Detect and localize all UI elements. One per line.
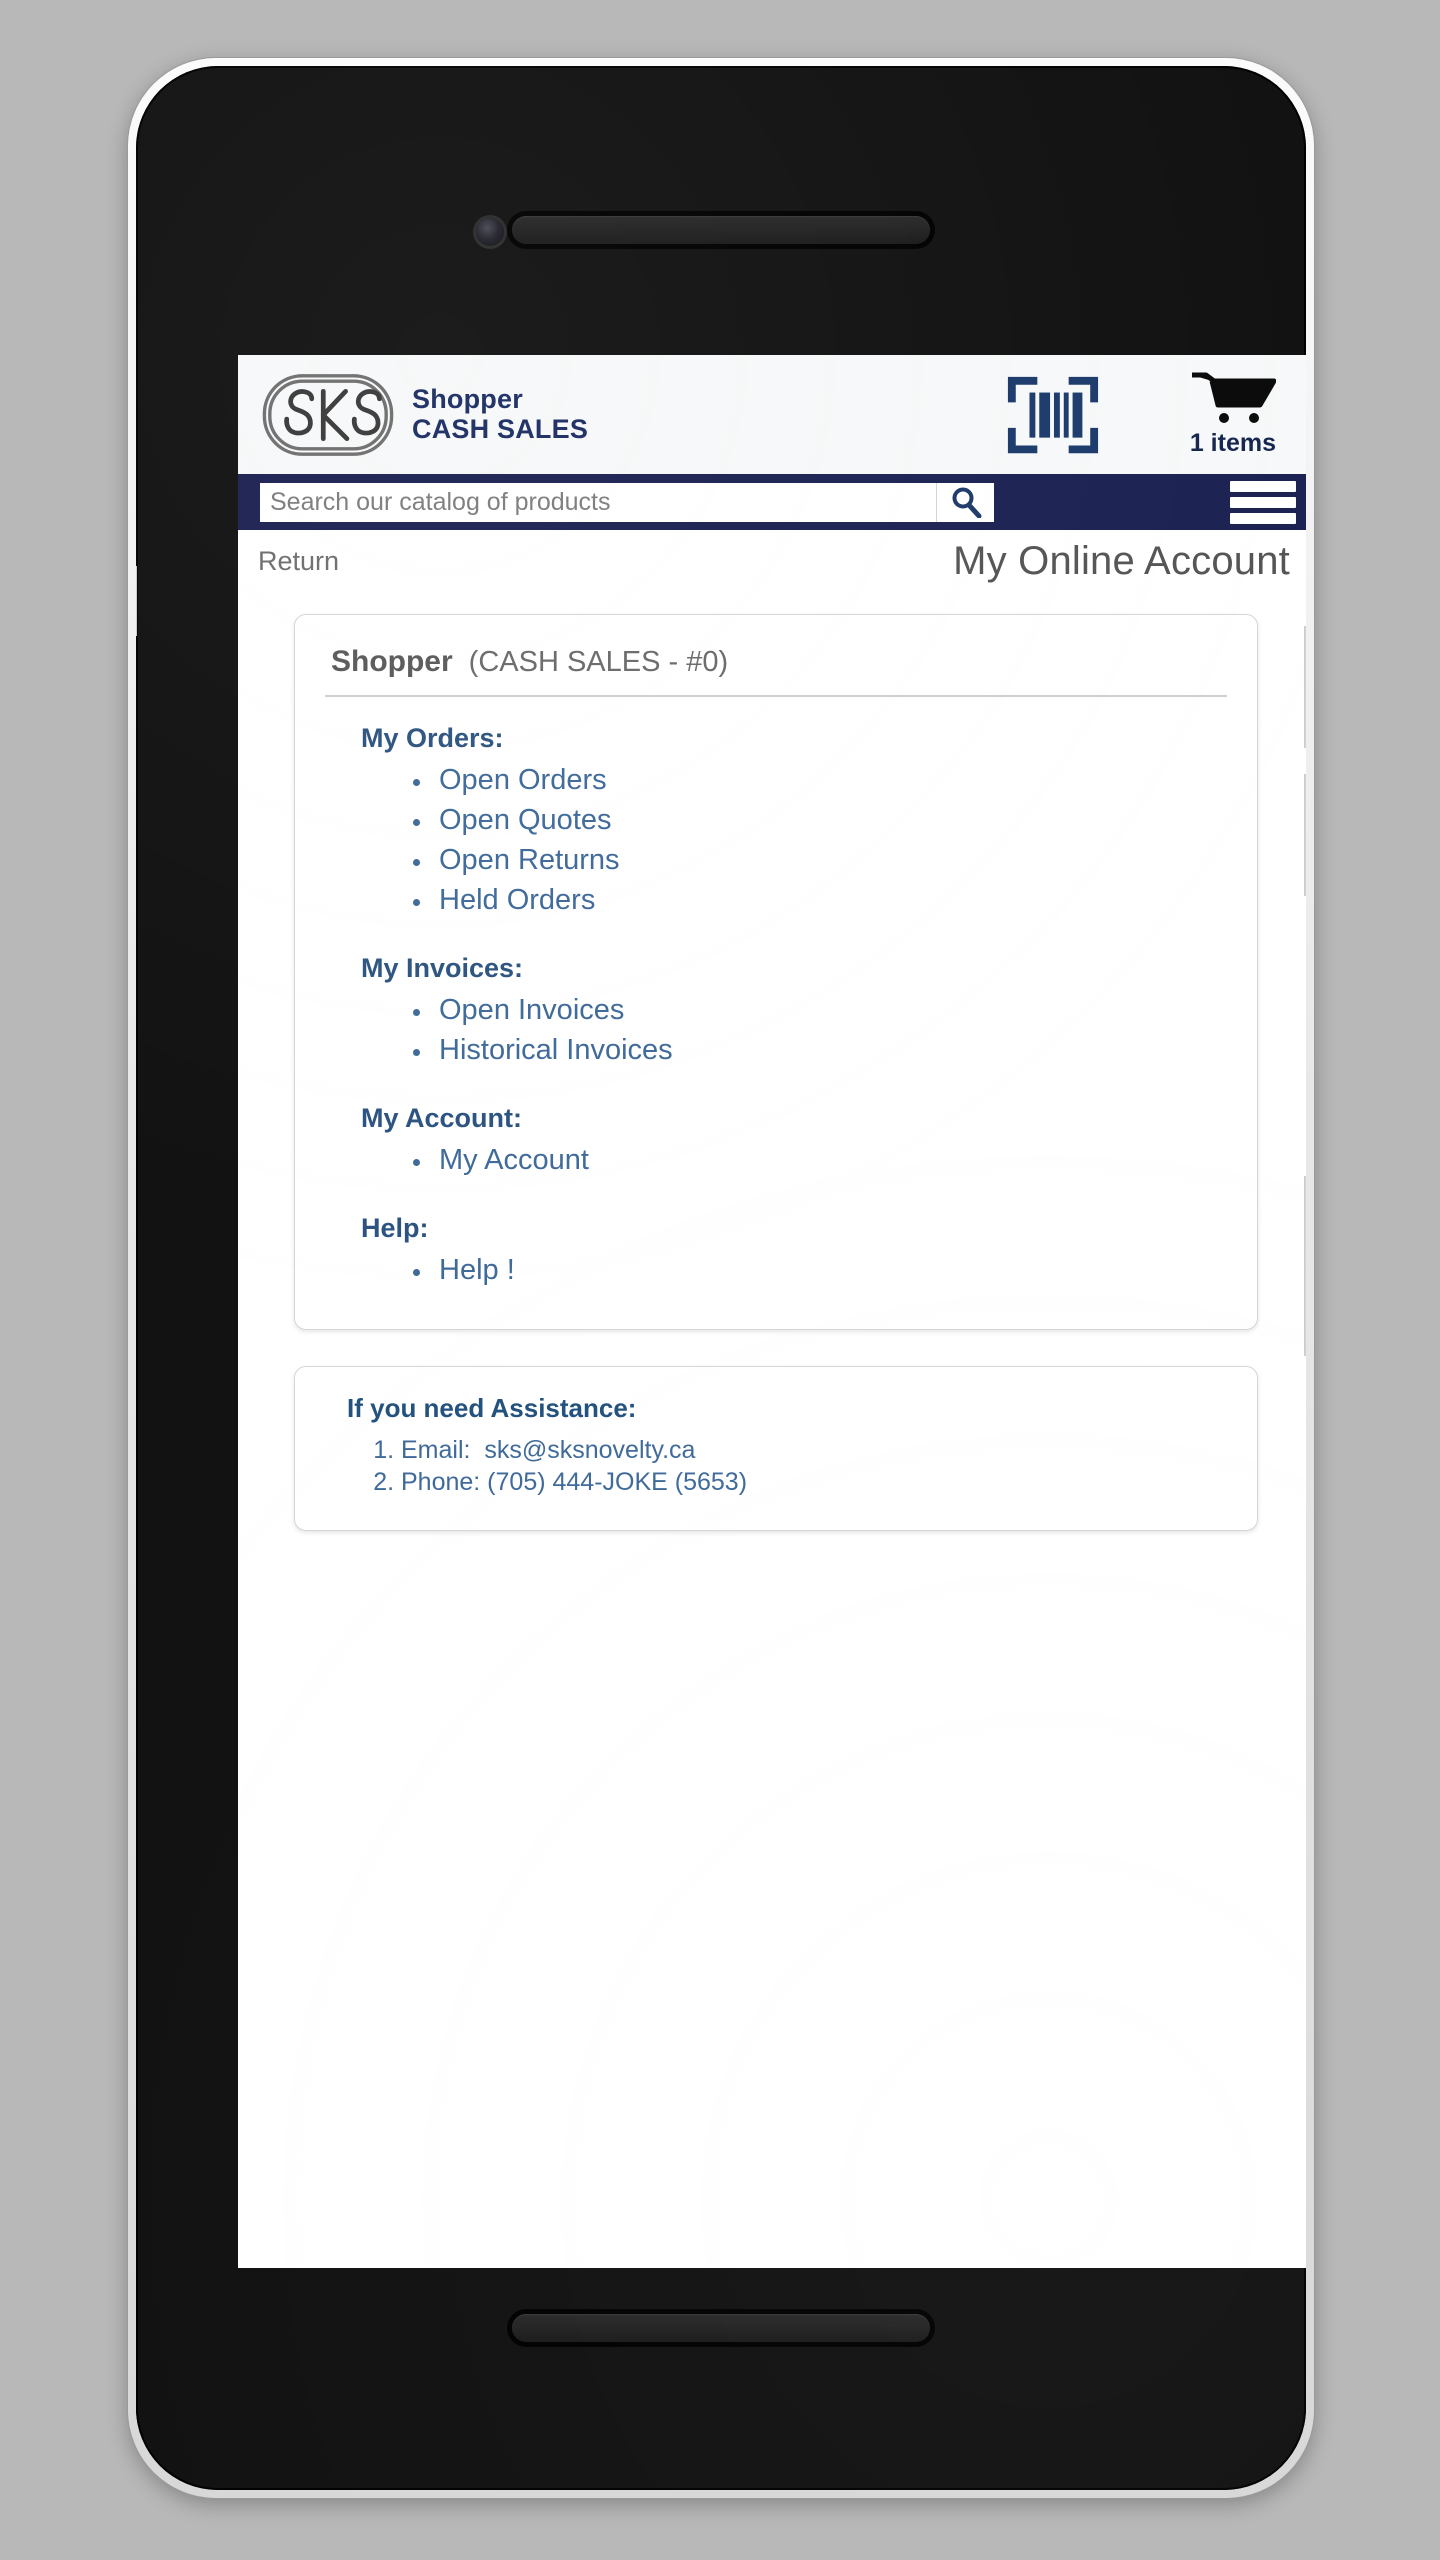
page-title: My Online Account bbox=[953, 538, 1290, 583]
search-input[interactable] bbox=[260, 482, 936, 522]
front-camera-icon bbox=[476, 218, 504, 246]
bottom-speaker bbox=[512, 2314, 930, 2342]
list-my-account: My Account bbox=[433, 1144, 1227, 1177]
brand-line-2: CASH SALES bbox=[412, 413, 589, 444]
brand-text: Shopper CASH SALES bbox=[412, 385, 588, 443]
section-title-my-orders: My Orders: bbox=[361, 723, 504, 753]
list-item[interactable]: Held Orders bbox=[433, 884, 1227, 917]
list-item[interactable]: Open Orders bbox=[433, 764, 1227, 797]
search-box[interactable] bbox=[258, 480, 996, 524]
list-item[interactable]: My Account bbox=[433, 1144, 1227, 1177]
assistance-title: If you need Assistance: bbox=[347, 1393, 637, 1423]
power-button[interactable] bbox=[1304, 1176, 1306, 1356]
list-item[interactable]: Open Quotes bbox=[433, 804, 1227, 837]
app-header: Shopper CASH SALES 1 items bbox=[238, 355, 1306, 474]
section-help: Help: Help ! bbox=[325, 1213, 1227, 1287]
phone-screen: Shopper CASH SALES 1 items Search our ca… bbox=[238, 355, 1306, 2268]
list-help: Help ! bbox=[433, 1254, 1227, 1287]
list-item[interactable]: Open Returns bbox=[433, 844, 1227, 877]
account-panel-header: Shopper (CASH SALES - #0) bbox=[325, 645, 1227, 697]
link-open-orders[interactable]: Open Orders bbox=[439, 764, 607, 796]
section-title-my-account: My Account: bbox=[361, 1103, 522, 1133]
list-item[interactable]: Historical Invoices bbox=[433, 1034, 1227, 1067]
search-submit-button[interactable] bbox=[936, 482, 994, 522]
main-content: Shopper (CASH SALES - #0) My Orders: Ope… bbox=[238, 592, 1306, 1531]
hamburger-menu-button[interactable] bbox=[1230, 479, 1296, 526]
assistance-panel: If you need Assistance: Email: sks@sksno… bbox=[294, 1366, 1258, 1531]
search-bar-strip bbox=[238, 474, 1306, 530]
brand-block[interactable]: Shopper CASH SALES bbox=[260, 369, 588, 461]
link-open-quotes[interactable]: Open Quotes bbox=[439, 804, 612, 836]
list-item[interactable]: Help ! bbox=[433, 1254, 1227, 1287]
return-link[interactable]: Return bbox=[258, 546, 339, 577]
page-title-row: Return My Online Account bbox=[238, 530, 1306, 592]
cart-button[interactable]: 1 items bbox=[1190, 371, 1276, 458]
brand-line-1: Shopper bbox=[412, 384, 523, 415]
link-my-account[interactable]: My Account bbox=[439, 1144, 589, 1176]
header-actions: 1 items bbox=[1004, 371, 1304, 459]
account-name: Shopper bbox=[331, 645, 453, 678]
link-open-invoices[interactable]: Open Invoices bbox=[439, 994, 624, 1026]
sks-logo-icon bbox=[262, 373, 394, 456]
assistance-list: Email: sks@sksnovelty.ca Phone: (705) 44… bbox=[401, 1436, 1227, 1497]
list-my-orders: Open Orders Open Quotes Open Returns Hel… bbox=[433, 764, 1227, 917]
earpiece-speaker bbox=[512, 216, 930, 244]
volume-down-button[interactable] bbox=[1304, 774, 1306, 896]
phone-body: Shopper CASH SALES 1 items Search our ca… bbox=[136, 66, 1306, 2490]
assistance-item-email: Email: sks@sksnovelty.ca bbox=[401, 1436, 1227, 1465]
cart-count-label: 1 items bbox=[1189, 429, 1276, 457]
link-historical-invoices[interactable]: Historical Invoices bbox=[439, 1034, 673, 1066]
section-my-orders: My Orders: Open Orders Open Quotes Open … bbox=[325, 723, 1227, 917]
list-item[interactable]: Open Invoices bbox=[433, 994, 1227, 1027]
list-my-invoices: Open Invoices Historical Invoices bbox=[433, 994, 1227, 1067]
link-help[interactable]: Help ! bbox=[439, 1254, 515, 1286]
magnifying-glass-icon bbox=[952, 487, 981, 518]
hamburger-bar-1 bbox=[1230, 480, 1296, 492]
barcode-scan-button[interactable] bbox=[1004, 371, 1102, 459]
barcode-scan-icon bbox=[1007, 376, 1098, 453]
shopping-cart-icon bbox=[1191, 372, 1276, 423]
account-panel: Shopper (CASH SALES - #0) My Orders: Ope… bbox=[294, 614, 1258, 1330]
section-title-my-invoices: My Invoices: bbox=[361, 953, 524, 983]
hamburger-bar-2 bbox=[1230, 496, 1296, 508]
phone-device-frame: Shopper CASH SALES 1 items Search our ca… bbox=[128, 58, 1314, 2498]
volume-up-button[interactable] bbox=[1304, 626, 1306, 748]
section-my-account: My Account: My Account bbox=[325, 1103, 1227, 1177]
link-open-returns[interactable]: Open Returns bbox=[439, 844, 620, 876]
left-side-button[interactable] bbox=[136, 566, 137, 636]
section-title-help: Help: bbox=[361, 1213, 429, 1243]
hamburger-bar-3 bbox=[1230, 512, 1296, 524]
account-meta: (CASH SALES - #0) bbox=[468, 646, 729, 678]
link-held-orders[interactable]: Held Orders bbox=[439, 884, 595, 916]
assistance-item-phone: Phone: (705) 444-JOKE (5653) bbox=[401, 1468, 1227, 1497]
section-my-invoices: My Invoices: Open Invoices Historical In… bbox=[325, 953, 1227, 1067]
